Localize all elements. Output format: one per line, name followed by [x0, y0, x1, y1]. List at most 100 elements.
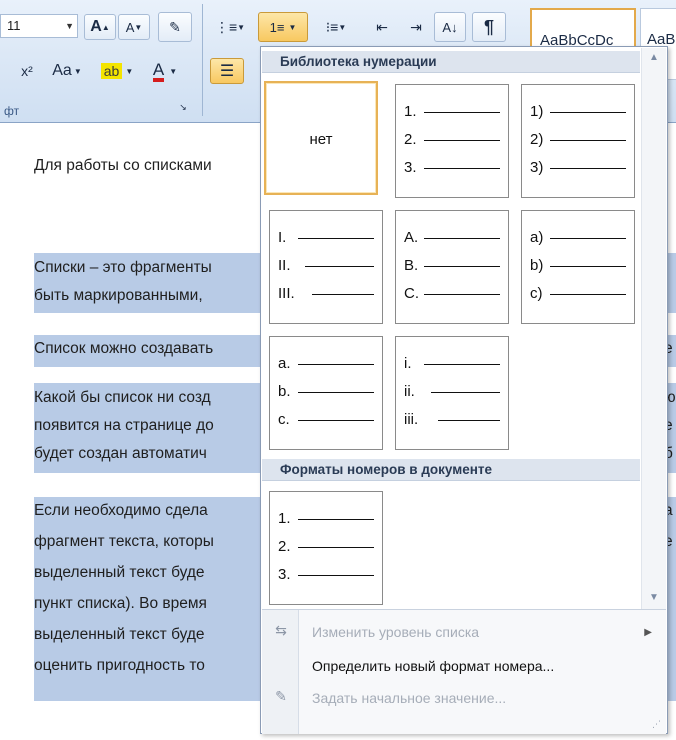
chevron-down-icon: ▼ — [169, 66, 178, 76]
multilevel-list-icon: ⁝≡ — [325, 18, 339, 35]
list-number-mark: 1. — [278, 510, 291, 527]
shrink-font-button[interactable]: A ▼ — [118, 14, 150, 40]
doc-line: выделенный текст буде — [34, 626, 205, 643]
list-number-mark: 3) — [530, 159, 544, 176]
list-number-mark: a) — [530, 229, 544, 246]
numbering-format-option[interactable]: a. b. c. — [269, 336, 383, 450]
font-size-value: 11 — [7, 18, 21, 33]
doc-line: Список можно создавать — [34, 340, 214, 357]
numbering-menu: ⇆ Изменить уровень списка ▶ Определить н… — [262, 609, 666, 734]
list-text-line — [550, 112, 626, 113]
align-left-icon: ☰ — [219, 63, 235, 80]
numbering-format-option[interactable]: A. B. C. — [395, 210, 509, 324]
list-text-line — [298, 575, 374, 576]
chevron-down-icon: ▼ — [338, 22, 347, 32]
list-text-line — [298, 547, 374, 548]
list-number-mark: III. — [278, 285, 295, 302]
list-text-line — [298, 392, 374, 393]
numbering-gallery-panel[interactable]: Библиотека нумерации нет 1. 2. 3. 1) 2) 3) I… — [260, 46, 668, 734]
font-group-label: фт — [4, 104, 20, 118]
numbering-format-option[interactable]: 1) 2) 3) — [521, 84, 635, 198]
change-list-level-item[interactable]: Изменить уровень списка — [312, 624, 479, 640]
list-text-line — [298, 364, 374, 365]
list-number-mark: iii. — [404, 411, 419, 428]
grow-font-label: A — [90, 18, 102, 35]
superscript-button[interactable]: x² — [10, 58, 44, 84]
list-level-icon: ⇆ — [275, 622, 287, 638]
highlight-color-button[interactable]: ab ▼ — [94, 58, 140, 84]
list-text-line — [298, 420, 374, 421]
list-number-mark: I. — [278, 229, 287, 246]
numbering-format-option[interactable]: 1. 2. 3. — [395, 84, 509, 198]
numbering-button[interactable]: 1≡ ▼ — [258, 12, 308, 42]
list-text-line — [424, 294, 500, 295]
multilevel-list-button[interactable]: ⁝≡ ▼ — [314, 14, 358, 40]
doc-line: выделенный текст буде — [34, 564, 205, 581]
list-number-mark: 2) — [530, 131, 544, 148]
numbered-list-icon: 1≡ — [269, 19, 285, 35]
numbering-none-option[interactable]: нет — [264, 81, 378, 195]
list-text-line — [424, 266, 500, 267]
chevron-down-icon: ▼ — [237, 22, 246, 32]
doc-line: Какой бы список ни созд — [34, 389, 211, 406]
set-numbering-value-item[interactable]: Задать начальное значение... — [312, 690, 506, 706]
font-color-button[interactable]: A ▼ — [142, 58, 188, 84]
list-text-line — [424, 364, 500, 365]
list-number-mark: b. — [278, 383, 291, 400]
list-number-mark: 1. — [404, 103, 417, 120]
list-number-mark: 2. — [404, 131, 417, 148]
document-format-option[interactable]: 1. 2. 3. — [269, 491, 383, 605]
list-number-mark: C. — [404, 285, 419, 302]
group-separator — [202, 4, 203, 116]
define-number-format-item[interactable]: Определить новый формат номера... — [312, 658, 554, 674]
doc-line: Списки – это фрагменты — [34, 259, 212, 276]
dialog-launcher-icon[interactable]: ↘ — [176, 100, 190, 114]
document-formats-header: Форматы номеров в документе — [262, 459, 640, 481]
doc-line: оценить пригодность то — [34, 657, 205, 674]
show-marks-button[interactable]: ¶ — [472, 12, 506, 42]
list-text-line — [298, 238, 374, 239]
increase-indent-icon: ⇥ — [410, 18, 422, 35]
doc-line: пункт списка). Во время — [34, 595, 207, 612]
numbering-library-header: Библиотека нумерации — [262, 51, 640, 73]
doc-line: быть маркированными, — [34, 287, 203, 304]
bullets-button[interactable]: ⋮≡ ▼ — [212, 14, 248, 40]
list-number-mark: b) — [530, 257, 544, 274]
sort-button[interactable]: A↓ — [434, 12, 466, 42]
decrease-indent-icon: ⇤ — [376, 18, 388, 35]
scroll-down-arrow-icon[interactable]: ▼ — [642, 592, 666, 610]
list-number-mark: ii. — [404, 383, 415, 400]
numbering-format-option[interactable]: I. II. III. — [269, 210, 383, 324]
grow-font-button[interactable]: A ▲ — [84, 14, 116, 40]
gallery-scrollbar[interactable]: ▲ ▼ — [641, 48, 666, 648]
list-number-mark: a. — [278, 355, 291, 372]
list-text-line — [550, 294, 626, 295]
align-left-button[interactable]: ☰ — [210, 58, 244, 84]
eraser-icon: ✎ — [169, 18, 181, 35]
change-case-button[interactable]: Aa ▼ — [46, 58, 88, 84]
doc-line: будет создан автоматич — [34, 445, 207, 462]
bullet-list-icon: ⋮≡ — [214, 18, 238, 35]
pilcrow-icon: ¶ — [483, 16, 494, 37]
list-number-mark: II. — [278, 257, 291, 274]
resize-grip-icon[interactable]: ⋰ — [652, 719, 662, 730]
submenu-arrow-icon: ▶ — [644, 627, 652, 638]
list-text-line — [550, 168, 626, 169]
scroll-up-arrow-icon[interactable]: ▲ — [642, 52, 666, 70]
increase-indent-button[interactable]: ⇥ — [400, 14, 432, 40]
chevron-down-icon: ▼ — [288, 22, 297, 32]
shrink-font-label: A — [125, 19, 135, 35]
list-text-line — [424, 112, 500, 113]
clear-formatting-button[interactable]: ✎ — [158, 12, 192, 42]
decrease-indent-button[interactable]: ⇤ — [366, 14, 398, 40]
doc-line: появится на странице до — [34, 417, 214, 434]
chevron-down-icon: ▼ — [125, 66, 134, 76]
numbering-format-option[interactable]: a) b) c) — [521, 210, 635, 324]
font-size-box[interactable]: 11 ▼ — [0, 14, 78, 38]
list-text-line — [550, 238, 626, 239]
numbering-format-option[interactable]: i. ii. iii. — [395, 336, 509, 450]
highlighter-icon: ab — [100, 63, 123, 79]
list-number-mark: c. — [278, 411, 290, 428]
chevron-down-icon: ▼ — [65, 21, 74, 31]
sort-label: A↓ — [442, 19, 458, 35]
